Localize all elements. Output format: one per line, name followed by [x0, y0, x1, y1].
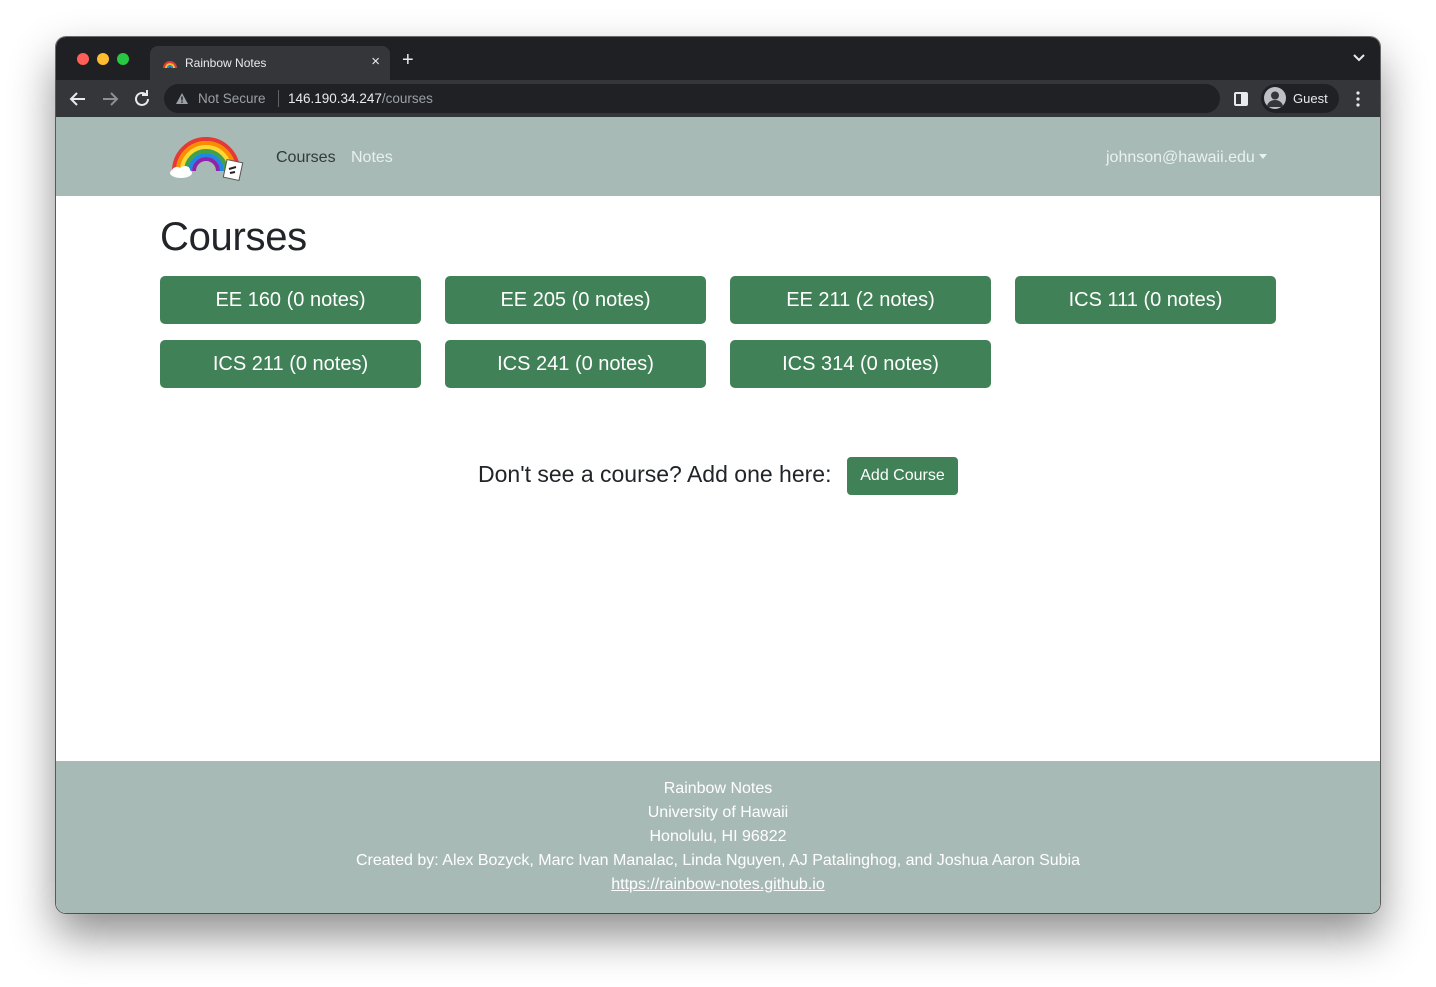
close-window-button[interactable]	[77, 53, 89, 65]
reload-icon[interactable]	[131, 88, 153, 110]
address-bar[interactable]: Not Secure 146.190.34.247/courses	[164, 84, 1220, 113]
site-footer: Rainbow Notes University of Hawaii Honol…	[56, 761, 1380, 913]
browser-window: Rainbow Notes × + Not Secure 146.190.34.…	[56, 37, 1380, 913]
course-button[interactable]: ICS 211 (0 notes)	[160, 340, 421, 388]
omnibox-divider	[278, 90, 279, 107]
nav-link-courses[interactable]: Courses	[276, 149, 336, 167]
page-viewport: Courses Notes johnson@hawaii.edu Courses…	[56, 117, 1380, 913]
add-course-prompt: Don't see a course? Add one here:	[478, 461, 832, 487]
browser-toolbar: Not Secure 146.190.34.247/courses Guest	[56, 80, 1380, 117]
course-button[interactable]: ICS 241 (0 notes)	[445, 340, 706, 388]
profile-button[interactable]: Guest	[1261, 84, 1339, 113]
browser-tab[interactable]: Rainbow Notes ×	[150, 46, 390, 80]
footer-link-row: https://rainbow-notes.github.io	[56, 876, 1380, 894]
footer-credits: Created by: Alex Bozyck, Marc Ivan Manal…	[356, 852, 1080, 869]
user-menu-dropdown[interactable]: johnson@hawaii.edu	[1106, 149, 1267, 167]
dropdown-caret-icon	[1258, 154, 1267, 159]
profile-label: Guest	[1293, 91, 1328, 106]
user-email: johnson@hawaii.edu	[1106, 149, 1255, 166]
maximize-window-button[interactable]	[117, 53, 129, 65]
tab-strip: Rainbow Notes × +	[56, 37, 1380, 80]
footer-site-name: Rainbow Notes	[663, 780, 773, 797]
tab-title: Rainbow Notes	[185, 56, 267, 70]
back-arrow-icon[interactable]	[67, 88, 89, 110]
footer-university: University of Hawaii	[647, 804, 789, 821]
tab-close-icon[interactable]: ×	[371, 53, 380, 71]
profile-icon	[1264, 87, 1286, 109]
course-button[interactable]: ICS 111 (0 notes)	[1015, 276, 1276, 324]
minimize-window-button[interactable]	[97, 53, 109, 65]
footer-link[interactable]: https://rainbow-notes.github.io	[611, 876, 824, 893]
side-panel-icon[interactable]	[1234, 92, 1248, 106]
course-button[interactable]: EE 205 (0 notes)	[445, 276, 706, 324]
more-menu-icon[interactable]	[1356, 91, 1360, 107]
course-button[interactable]: ICS 314 (0 notes)	[730, 340, 991, 388]
security-label[interactable]: Not Secure	[198, 91, 266, 106]
url-path: /courses	[381, 91, 433, 106]
site-navbar: Courses Notes johnson@hawaii.edu	[56, 117, 1380, 196]
warning-icon	[176, 93, 188, 104]
course-button[interactable]: EE 160 (0 notes)	[160, 276, 421, 324]
page-title: Courses	[160, 215, 307, 259]
course-button[interactable]: EE 211 (2 notes)	[730, 276, 991, 324]
url-text[interactable]: 146.190.34.247/courses	[288, 91, 433, 106]
footer-address: Honolulu, HI 96822	[649, 828, 787, 845]
nav-link-notes[interactable]: Notes	[351, 149, 393, 167]
url-host: 146.190.34.247	[288, 91, 382, 106]
add-course-button[interactable]: Add Course	[847, 457, 958, 495]
rainbow-favicon-icon	[163, 61, 177, 69]
tab-list-icon[interactable]	[1352, 53, 1366, 63]
new-tab-icon[interactable]: +	[402, 50, 414, 70]
rainbow-logo[interactable]	[168, 131, 248, 183]
forward-arrow-icon[interactable]	[99, 88, 121, 110]
